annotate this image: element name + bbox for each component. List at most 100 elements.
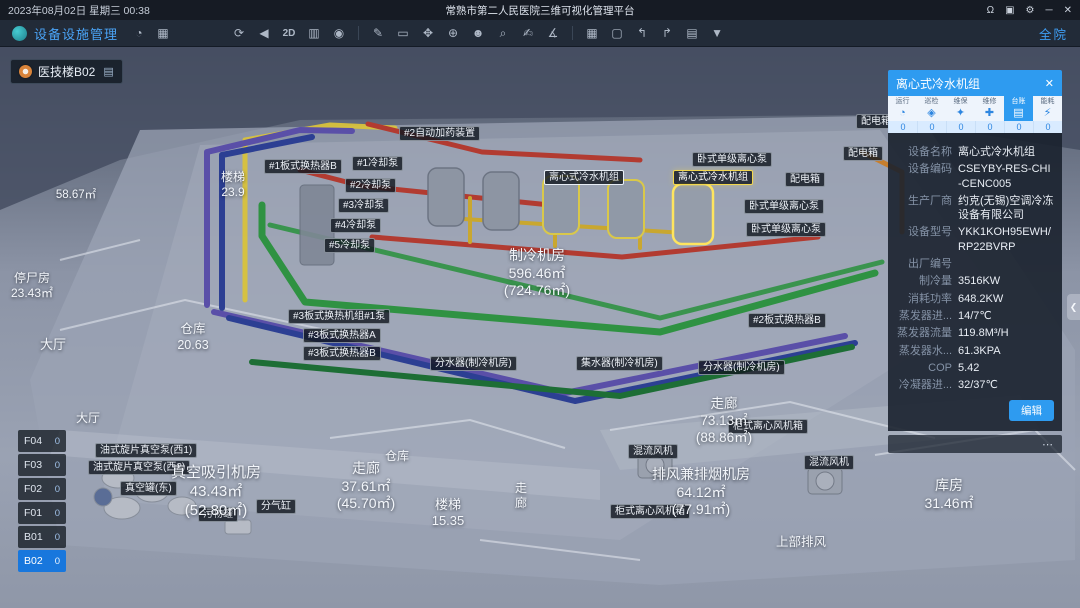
detail-field-row: 冷凝器进...32/37℃ xyxy=(896,378,1054,392)
equipment-tag[interactable]: 离心式冷水机组 xyxy=(544,170,624,185)
draw-icon[interactable]: ✎ xyxy=(369,24,387,42)
equipment-tag[interactable]: #1板式换热器B xyxy=(264,159,342,174)
equipment-tag[interactable]: 卧式单级离心泵 xyxy=(744,199,824,214)
tab-maintenance[interactable]: 维保✦0 xyxy=(946,96,975,133)
equipment-tag[interactable]: #4冷却泵 xyxy=(330,218,381,233)
roam-icon[interactable]: ✥ xyxy=(419,24,437,42)
floor-count-badge: 0 xyxy=(55,460,60,471)
equipment-tag[interactable]: #1冷却泵 xyxy=(352,156,403,171)
floor-item-f04[interactable]: F040 xyxy=(18,430,66,452)
equipment-tag[interactable]: 卧式单级离心泵 xyxy=(746,222,826,237)
mode-2d-button[interactable]: 2D xyxy=(280,24,298,42)
tab-energy-top: 能耗⚡ xyxy=(1033,96,1062,121)
edit-button[interactable]: 编辑 xyxy=(1009,400,1054,421)
annotate-icon[interactable]: ✍ xyxy=(519,24,537,42)
field-value: 119.8M³/H xyxy=(958,326,1054,340)
field-label: 制冷量 xyxy=(896,274,952,288)
redo-icon[interactable]: ↱ xyxy=(658,24,676,42)
settings-gear-icon[interactable]: ⚙ xyxy=(1026,5,1035,16)
floor-count-badge: 0 xyxy=(55,508,60,519)
equipment-tag[interactable]: 油式旋片真空泵(西1) xyxy=(95,443,197,458)
building-logo-icon xyxy=(19,65,32,78)
detail-field-row: 出厂编号 xyxy=(896,257,1054,271)
field-label: COP xyxy=(896,361,952,375)
toolbar-tools: ⟳ ◀ 2D ▥ ◉ ✎ ▭ ✥ ⊕ ☻ ⌕ ✍ ∡ ▦ ▢ ↰ ↱ ▤ ▼ xyxy=(230,24,726,42)
tab-count-badge: 0 xyxy=(917,121,946,133)
equipment-tag[interactable]: 真空罐(东) xyxy=(120,481,177,496)
notification-bell-icon[interactable]: Ω xyxy=(987,5,994,16)
floor-item-b02[interactable]: B020 xyxy=(18,550,66,572)
visibility-icon[interactable]: ◉ xyxy=(330,24,348,42)
equipment-tag[interactable]: #3板式换热器B xyxy=(303,346,381,361)
scope-selector[interactable]: 全院 xyxy=(1039,24,1068,43)
equipment-tag[interactable]: #3板式换热机组#1泵 xyxy=(288,309,390,324)
panel-footer: ⋯ xyxy=(888,435,1062,453)
document-icon[interactable]: ▤ xyxy=(683,24,701,42)
top-bar-icons: Ω ▣ ⚙ ─ ✕ xyxy=(987,5,1072,16)
split-screen-icon[interactable]: ▥ xyxy=(305,24,323,42)
search-icon[interactable]: ⌕ xyxy=(494,24,512,42)
close-icon[interactable]: ✕ xyxy=(1064,5,1072,16)
tab-repair[interactable]: 维修✚0 xyxy=(975,96,1004,133)
more-options-icon[interactable]: ⋯ xyxy=(1042,438,1054,451)
datetime-label: 2023年08月02日 星期三 00:38 xyxy=(8,3,150,18)
tab-maintenance-icon: ✦ xyxy=(956,106,965,120)
equipment-tag[interactable]: 卧式单级离心泵 xyxy=(692,152,772,167)
filter-icon[interactable]: ▼ xyxy=(708,24,726,42)
table-view-icon[interactable]: ▦ xyxy=(583,24,601,42)
time-stats-icon[interactable]: ◔ xyxy=(130,24,148,42)
floor-item-f02[interactable]: F020 xyxy=(18,478,66,500)
equipment-tag[interactable]: 配电箱 xyxy=(785,172,825,187)
building-selector[interactable]: 医技楼B02 ▤ xyxy=(10,59,123,84)
equipment-tag[interactable]: 混流风机 xyxy=(628,444,678,459)
close-icon[interactable]: ✕ xyxy=(1045,77,1054,90)
panel-title: 离心式冷水机组 xyxy=(896,75,980,92)
equipment-tag[interactable]: 集水器(制冷机房) xyxy=(576,356,663,371)
equipment-tag[interactable]: 配电箱 xyxy=(843,146,883,161)
detail-field-row: 蒸发器进...14/7℃ xyxy=(896,309,1054,323)
equipment-tag[interactable]: #3冷却泵 xyxy=(338,198,389,213)
measure-icon[interactable]: ▭ xyxy=(394,24,412,42)
floor-item-f01[interactable]: F010 xyxy=(18,502,66,524)
app-logo-icon xyxy=(12,26,27,41)
tab-running[interactable]: 运行◔0 xyxy=(888,96,917,133)
tab-ledger[interactable]: 台账▤0 xyxy=(1004,96,1033,133)
tab-label: 维修 xyxy=(983,98,997,106)
building-menu-icon[interactable]: ▤ xyxy=(103,65,113,78)
panel-collapse-handle[interactable]: ❮ xyxy=(1067,294,1080,320)
equipment-tag[interactable]: 分气缸 xyxy=(256,499,296,514)
equipment-tag[interactable]: #2冷却泵 xyxy=(345,178,396,193)
person-icon[interactable]: ☻ xyxy=(469,24,487,42)
field-value: YKK1KOH95EWH/RP22BVRP xyxy=(958,225,1054,254)
angle-measure-icon[interactable]: ∡ xyxy=(544,24,562,42)
equipment-tag[interactable]: #3板式换热器A xyxy=(303,328,381,343)
equipment-tag[interactable]: 分水器(制冷机房) xyxy=(430,356,517,371)
rotate-view-icon[interactable]: ◀ xyxy=(255,24,273,42)
field-label: 蒸发器流量 xyxy=(896,326,952,340)
reset-view-icon[interactable]: ⟳ xyxy=(230,24,248,42)
screen-view-icon[interactable]: ▢ xyxy=(608,24,626,42)
equipment-tag[interactable]: 离心式冷水机组 xyxy=(673,170,753,185)
tab-energy[interactable]: 能耗⚡0 xyxy=(1033,96,1062,133)
capture-icon[interactable]: ▣ xyxy=(1005,5,1014,16)
field-label: 设备编码 xyxy=(896,162,952,191)
equipment-tag[interactable]: #2板式换热器B xyxy=(748,313,826,328)
equipment-tag[interactable]: 混流风机 xyxy=(804,455,854,470)
apps-grid-icon[interactable]: ▦ xyxy=(154,24,172,42)
equipment-tag[interactable]: #2自动加药装置 xyxy=(399,126,480,141)
equipment-tag[interactable]: #5冷却泵 xyxy=(324,238,375,253)
equipment-tag[interactable]: 分水器(制冷机房) xyxy=(698,360,785,375)
floor-count-badge: 0 xyxy=(55,436,60,447)
tab-inspection[interactable]: 巡检◈0 xyxy=(917,96,946,133)
floor-selector: F040F030F020F010B010B020 xyxy=(18,430,66,572)
floor-item-f03[interactable]: F030 xyxy=(18,454,66,476)
undo-icon[interactable]: ↰ xyxy=(633,24,651,42)
room-label: 仓库 xyxy=(385,449,409,464)
field-label: 出厂编号 xyxy=(896,257,952,271)
earth-icon[interactable]: ⊕ xyxy=(444,24,462,42)
minimize-icon[interactable]: ─ xyxy=(1046,5,1053,16)
floor-item-b01[interactable]: B010 xyxy=(18,526,66,548)
floor-label: B02 xyxy=(24,555,43,567)
equipment-detail-panel: 离心式冷水机组 ✕ 运行◔0巡检◈0维保✦0维修✚0台账▤0能耗⚡0 设备名称离… xyxy=(888,70,1062,453)
panel-body: 设备名称离心式冷水机组设备编码CSEYBY-RES-CHI-CENC005生产厂… xyxy=(888,133,1062,431)
